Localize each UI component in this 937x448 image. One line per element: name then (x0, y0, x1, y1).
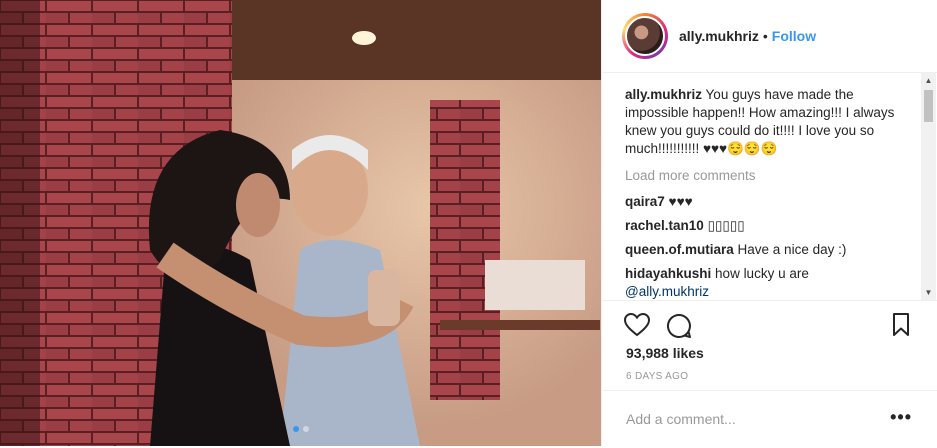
carousel-dots[interactable] (0, 426, 601, 432)
scroll-up-arrow-icon[interactable]: ▲ (921, 73, 936, 88)
load-more-comments-button[interactable]: Load more comments (625, 167, 922, 185)
post-username[interactable]: ally.mukhriz (679, 28, 759, 44)
comments-scrollbar[interactable]: ▲ ▼ (921, 73, 936, 300)
bookmark-icon[interactable] (892, 313, 910, 337)
likes-count[interactable]: 93,988 likes (626, 345, 704, 361)
comment-mention-link[interactable]: @ally.mukhriz (625, 284, 709, 299)
comment-text: how lucky u are (715, 266, 809, 281)
comment-username[interactable]: rachel.tan10 (625, 218, 704, 233)
heart-icon[interactable] (624, 313, 650, 337)
post-photo[interactable] (0, 0, 601, 446)
comment-item: hidayahkushi how lucky u are @ally.mukhr… (625, 265, 922, 300)
caption-username[interactable]: ally.mukhriz (625, 87, 702, 102)
comment-text: Have a nice day :) (737, 242, 847, 257)
comment-username[interactable]: hidayahkushi (625, 266, 711, 281)
comment-username[interactable]: qaira7 (625, 194, 665, 209)
post-header: ally.mukhriz • Follow (602, 0, 937, 73)
avatar-story-ring[interactable] (622, 13, 668, 59)
post-timestamp[interactable]: 6 DAYS AGO (626, 371, 688, 382)
caption: ally.mukhriz You guys have made the impo… (625, 86, 922, 158)
instagram-post: ally.mukhriz • Follow ally.mukhriz You g… (0, 0, 937, 446)
avatar[interactable] (625, 16, 665, 56)
photo-illustration (0, 0, 601, 446)
carousel-dot[interactable] (302, 426, 309, 432)
comment-text: ♥♥♥ (668, 194, 693, 209)
scroll-down-arrow-icon[interactable]: ▼ (921, 285, 936, 300)
comment-bubble-icon[interactable] (666, 313, 692, 339)
follow-button[interactable]: Follow (772, 28, 816, 44)
add-comment-input[interactable]: Add a comment... (626, 411, 736, 427)
action-icons (624, 313, 918, 339)
post-actions: 93,988 likes 6 DAYS AGO Add a comment...… (602, 300, 937, 447)
comment-text: ▯▯▯▯▯ (707, 218, 745, 233)
carousel-dot-active[interactable] (292, 426, 299, 432)
comment-item: qaira7 ♥♥♥ (625, 193, 922, 211)
comments-list[interactable]: ally.mukhriz You guys have made the impo… (602, 73, 922, 300)
add-comment-bar: Add a comment... ••• (602, 390, 937, 448)
scrollbar-thumb[interactable] (924, 90, 933, 122)
post-side-panel: ally.mukhriz • Follow ally.mukhriz You g… (601, 0, 937, 446)
comment-username[interactable]: queen.of.mutiara (625, 242, 734, 257)
comment-item: rachel.tan10 ▯▯▯▯▯ (625, 217, 922, 235)
more-options-button[interactable]: ••• (890, 407, 912, 428)
comment-item: queen.of.mutiara Have a nice day :) (625, 241, 922, 259)
header-separator: • (762, 28, 768, 44)
